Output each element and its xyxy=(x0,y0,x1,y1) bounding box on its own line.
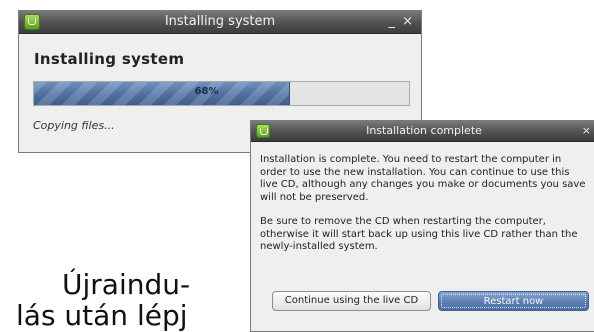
complete-dialog-message: Installation is complete. You need to re… xyxy=(260,154,590,266)
installation-complete-dialog: Installation complete × Installation is … xyxy=(250,120,594,332)
installing-heading: Installing system xyxy=(34,50,185,68)
app-icon xyxy=(256,124,270,138)
complete-dialog-title: Installation complete xyxy=(366,124,482,137)
complete-message-paragraph-2: Be sure to remove the CD when restarting… xyxy=(260,216,578,252)
background-caption-line1: Újraindu- xyxy=(62,268,191,301)
installing-window-title: Installing system xyxy=(164,14,276,29)
background-caption-line2: lás után lépj xyxy=(16,299,188,332)
restart-now-button[interactable]: Restart now xyxy=(438,291,589,311)
restart-now-label: Restart now xyxy=(441,294,586,308)
app-icon xyxy=(24,14,40,30)
install-status-text: Copying files... xyxy=(33,119,115,132)
close-icon[interactable]: × xyxy=(582,121,591,141)
close-icon[interactable]: × xyxy=(402,11,413,33)
installing-window-titlebar[interactable]: Installing system _ × xyxy=(19,11,421,34)
install-progress-bar: 68% xyxy=(33,81,410,106)
progress-percent-label: 68% xyxy=(194,86,219,97)
complete-message-paragraph-1: Installation is complete. You need to re… xyxy=(260,154,586,203)
continue-live-cd-button[interactable]: Continue using the live CD xyxy=(272,291,431,311)
minimize-icon[interactable]: _ xyxy=(389,11,396,33)
complete-dialog-titlebar[interactable]: Installation complete × xyxy=(251,121,594,142)
